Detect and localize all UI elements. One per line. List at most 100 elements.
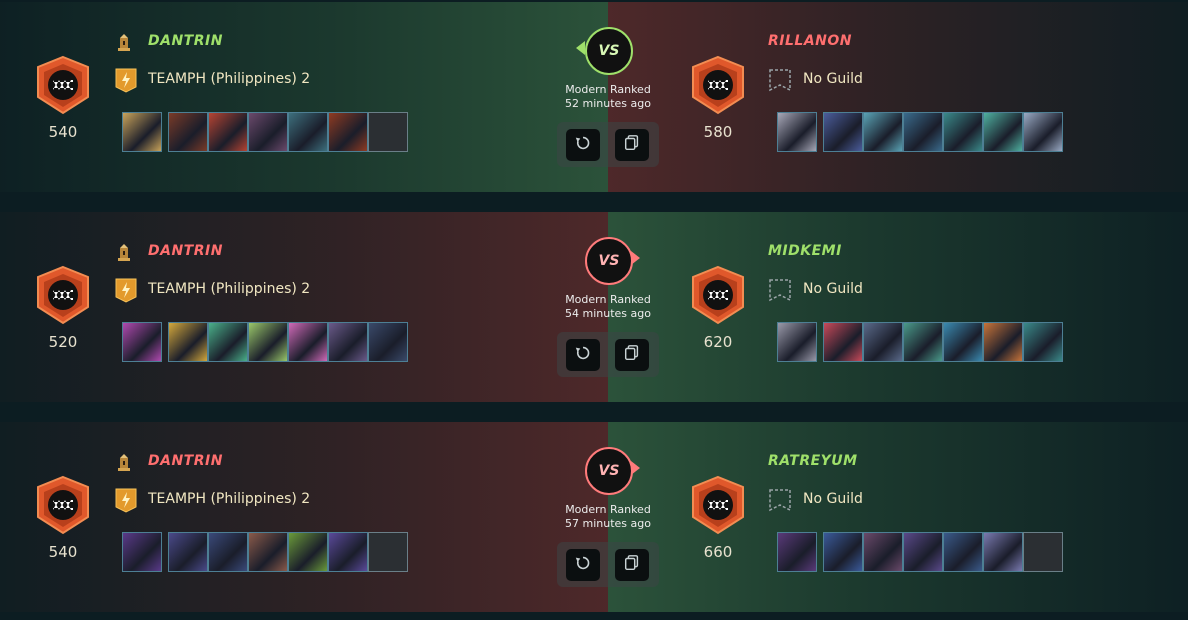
copy-button[interactable]: [615, 129, 649, 161]
monster-card[interactable]: [248, 112, 288, 152]
monster-card[interactable]: [248, 322, 288, 362]
monster-card[interactable]: [777, 112, 817, 152]
battle-row[interactable]: 520 DANTRIN TEAMPH (Philippines) 2 VS Mode…: [0, 212, 1188, 402]
monster-card[interactable]: [903, 322, 943, 362]
replay-icon: [574, 134, 592, 156]
battle-actions: [557, 122, 659, 167]
monster-card[interactable]: [368, 322, 408, 362]
monster-card[interactable]: [248, 532, 288, 572]
battle-actions: [557, 542, 659, 587]
empty-card-slot[interactable]: [368, 112, 408, 152]
monster-card[interactable]: [777, 322, 817, 362]
monster-card[interactable]: [943, 112, 983, 152]
player-rating: 620: [703, 333, 733, 351]
monster-card[interactable]: [328, 112, 368, 152]
tower-icon: [114, 33, 134, 53]
replay-button[interactable]: [566, 129, 600, 161]
vs-badge: VS: [585, 447, 633, 495]
battle-actions: [557, 332, 659, 377]
player-rating: 580: [703, 123, 733, 141]
lightning-banner-icon: [114, 277, 138, 303]
lightning-banner-icon: [114, 67, 138, 93]
player-rating: 540: [48, 543, 78, 561]
match-time: 54 minutes ago: [565, 307, 651, 320]
match-time: 57 minutes ago: [565, 517, 651, 530]
monster-card[interactable]: [208, 532, 248, 572]
player-name-left[interactable]: DANTRIN: [148, 33, 223, 49]
league-badge-icon: [33, 475, 93, 535]
copy-icon: [623, 134, 641, 156]
guild-name-left[interactable]: TEAMPH (Philippines) 2: [148, 71, 310, 87]
monster-card[interactable]: [863, 112, 903, 152]
dashed-banner-icon: [768, 68, 792, 92]
monster-card[interactable]: [863, 322, 903, 362]
player-rating: 520: [48, 333, 78, 351]
battle-row[interactable]: 540 DANTRIN TEAMPH (Philippines) 2 VS Mode…: [0, 422, 1188, 612]
player-rating: 540: [48, 123, 78, 141]
guild-name-left[interactable]: TEAMPH (Philippines) 2: [148, 281, 310, 297]
tower-icon: [114, 243, 134, 263]
monster-card[interactable]: [122, 322, 162, 362]
player-rating: 660: [703, 543, 733, 561]
monster-card[interactable]: [328, 322, 368, 362]
monster-card[interactable]: [943, 532, 983, 572]
copy-icon: [623, 554, 641, 576]
monster-card[interactable]: [983, 322, 1023, 362]
monster-card[interactable]: [823, 532, 863, 572]
dashed-banner-icon: [768, 488, 792, 512]
monster-card[interactable]: [1023, 322, 1063, 362]
league-badge-icon: [33, 55, 93, 115]
match-time: 52 minutes ago: [565, 97, 651, 110]
player-name-right[interactable]: MIDKEMI: [768, 243, 842, 259]
monster-card[interactable]: [777, 532, 817, 572]
vs-badge: VS: [585, 237, 633, 285]
player-name-right[interactable]: RILLANON: [768, 33, 852, 49]
monster-card[interactable]: [122, 532, 162, 572]
guild-name-left[interactable]: TEAMPH (Philippines) 2: [148, 491, 310, 507]
monster-card[interactable]: [288, 532, 328, 572]
monster-card[interactable]: [863, 532, 903, 572]
monster-card[interactable]: [168, 532, 208, 572]
player-name-left[interactable]: DANTRIN: [148, 243, 223, 259]
monster-card[interactable]: [903, 532, 943, 572]
replay-button[interactable]: [566, 339, 600, 371]
player-name-left[interactable]: DANTRIN: [148, 453, 223, 469]
copy-button[interactable]: [615, 339, 649, 371]
player-name-right[interactable]: RATREYUM: [768, 453, 858, 469]
dashed-banner-icon: [768, 278, 792, 302]
monster-card[interactable]: [168, 322, 208, 362]
league-badge-icon: [688, 475, 748, 535]
replay-icon: [574, 554, 592, 576]
vs-badge: VS: [585, 27, 633, 75]
monster-card[interactable]: [823, 322, 863, 362]
monster-card[interactable]: [328, 532, 368, 572]
tower-icon: [114, 453, 134, 473]
battle-row[interactable]: 540 DANTRIN TEAMPH (Philippines) 2 VS Mode…: [0, 2, 1188, 192]
guild-name-right: No Guild: [803, 71, 863, 87]
league-badge-icon: [688, 265, 748, 325]
monster-card[interactable]: [168, 112, 208, 152]
monster-card[interactable]: [983, 112, 1023, 152]
monster-card[interactable]: [943, 322, 983, 362]
replay-button[interactable]: [566, 549, 600, 581]
monster-card[interactable]: [122, 112, 162, 152]
monster-card[interactable]: [823, 112, 863, 152]
lightning-banner-icon: [114, 487, 138, 513]
copy-button[interactable]: [615, 549, 649, 581]
monster-card[interactable]: [208, 322, 248, 362]
monster-card[interactable]: [983, 532, 1023, 572]
match-format: Modern Ranked: [565, 503, 651, 516]
league-badge-icon: [33, 265, 93, 325]
empty-card-slot[interactable]: [368, 532, 408, 572]
monster-card[interactable]: [1023, 112, 1063, 152]
match-format: Modern Ranked: [565, 83, 651, 96]
replay-icon: [574, 344, 592, 366]
monster-card[interactable]: [208, 112, 248, 152]
empty-card-slot[interactable]: [1023, 532, 1063, 572]
win-pointer-left: [576, 41, 585, 55]
copy-icon: [623, 344, 641, 366]
monster-card[interactable]: [288, 322, 328, 362]
monster-card[interactable]: [903, 112, 943, 152]
monster-card[interactable]: [288, 112, 328, 152]
guild-name-right: No Guild: [803, 281, 863, 297]
